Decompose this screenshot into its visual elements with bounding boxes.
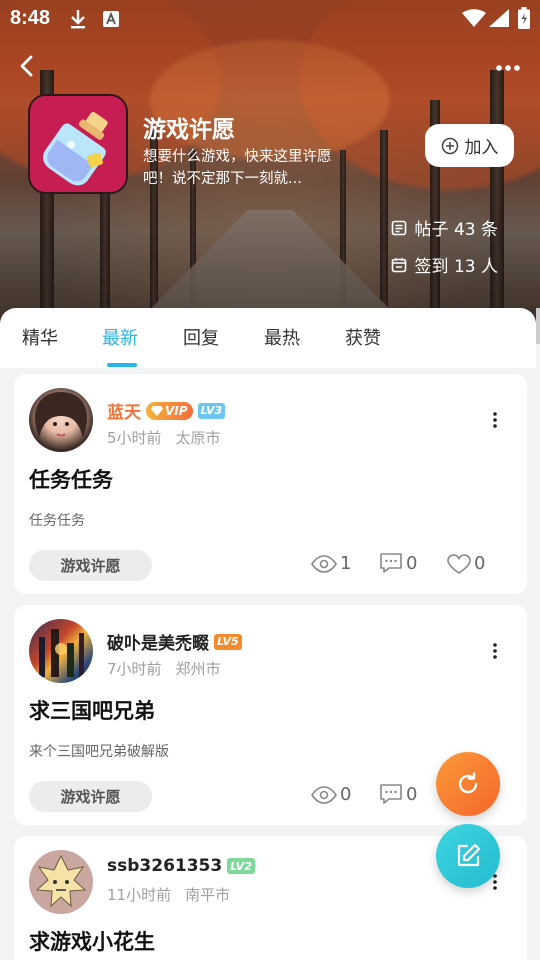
level-badge: LV3 [197, 402, 226, 419]
author-name[interactable]: 破卟是美禿畷 [107, 629, 209, 654]
more-icon [496, 65, 520, 71]
comment-count-value: 0 [406, 783, 418, 805]
post-body: 任务任务 [29, 513, 85, 529]
group-avatar [28, 94, 128, 194]
a-icon [102, 10, 120, 33]
post-body: 来个三国吧兄弟破解版 [29, 744, 169, 760]
post-filter-tabs: 精华 最新 回复 最热 获赞 [0, 308, 536, 368]
plus-circle-icon [441, 137, 458, 154]
diamond-icon [151, 405, 163, 416]
view-count-value: 1 [340, 553, 352, 574]
group-title: 游戏许愿 [143, 117, 235, 143]
heart-icon [447, 553, 471, 574]
battery-icon [518, 7, 530, 34]
level-badge: LV5 [214, 633, 242, 650]
eye-icon [311, 785, 337, 804]
post-more-button[interactable] [493, 643, 497, 663]
post-meta: 5小时前 太原市 [107, 427, 221, 448]
post-time: 5小时前 [107, 429, 162, 447]
avatar[interactable] [29, 850, 93, 914]
signal-icon [489, 9, 509, 32]
comment-icon [380, 784, 402, 804]
avatar[interactable] [29, 619, 93, 683]
more-vertical-icon [493, 412, 497, 428]
post-city: 郑州市 [175, 660, 221, 678]
more-options-button[interactable] [494, 58, 522, 72]
comment-count-value: 0 [406, 552, 418, 574]
view-count: 0 [311, 784, 351, 805]
post-author: 破卟是美禿畷 LV5 [107, 629, 242, 654]
tab-replies[interactable]: 回复 [183, 324, 219, 350]
edit-icon [457, 843, 481, 867]
eye-icon [311, 554, 337, 573]
post-author: 蓝天 VIP LV3 [107, 398, 226, 423]
post-author: ssb3261353 LV2 [107, 856, 255, 876]
post-tag[interactable]: 游戏许愿 [29, 550, 152, 581]
back-icon [20, 55, 33, 77]
view-count: 1 [311, 553, 351, 574]
more-vertical-icon [493, 874, 497, 890]
post-tag[interactable]: 游戏许愿 [29, 781, 152, 812]
level-badge: LV2 [227, 858, 255, 874]
wish-bottle-icon [30, 96, 126, 192]
post-card[interactable]: 蓝天 VIP LV3 5小时前 太原市 任务任务 任务任务 游戏许愿 1 0 0 [14, 374, 527, 594]
back-button[interactable] [14, 52, 42, 80]
post-time: 7小时前 [107, 660, 162, 678]
more-vertical-icon [493, 643, 497, 659]
post-more-button[interactable] [493, 412, 497, 432]
refresh-button[interactable] [436, 752, 500, 816]
join-label: 加入 [464, 138, 499, 158]
author-name[interactable]: 蓝天 [107, 398, 141, 423]
comment-count[interactable]: 0 [379, 783, 417, 805]
tab-most-liked[interactable]: 获赞 [345, 324, 381, 350]
scrollbar[interactable] [536, 308, 540, 344]
like-count[interactable]: 0 [447, 553, 485, 574]
vip-badge-label: VIP [165, 403, 188, 418]
group-description: 想要什么游戏，快来这里许愿吧！说不定那下一刻就... [143, 149, 332, 187]
post-city: 太原市 [175, 429, 221, 447]
post-icon [391, 220, 406, 235]
comment-count[interactable]: 0 [379, 552, 417, 574]
tab-hottest[interactable]: 最热 [264, 324, 300, 350]
download-icon [68, 8, 88, 35]
like-count-value: 0 [474, 553, 486, 574]
avatar[interactable] [29, 388, 93, 452]
active-tab-indicator [107, 363, 137, 367]
status-bar: 8:48 [0, 0, 540, 36]
comment-icon [380, 553, 402, 573]
create-post-button[interactable] [436, 824, 500, 888]
posts-count-stat: 帖子 43 条 [391, 215, 498, 240]
post-more-button[interactable] [493, 874, 497, 894]
vip-badge: VIP [146, 401, 193, 420]
checkin-icon [391, 257, 406, 272]
checkin-count-text: 签到 13 人 [414, 257, 498, 277]
join-button[interactable]: 加入 [425, 124, 514, 167]
post-title[interactable]: 求三国吧兄弟 [29, 695, 155, 725]
post-title[interactable]: 任务任务 [29, 464, 113, 494]
tab-latest[interactable]: 最新 [102, 324, 138, 350]
post-meta: 7小时前 郑州市 [107, 658, 221, 679]
tab-featured[interactable]: 精华 [22, 324, 58, 350]
wifi-icon [462, 9, 486, 32]
post-time: 11小时前 [107, 886, 172, 904]
post-city: 南平市 [185, 886, 231, 904]
post-title[interactable]: 求游戏小花生 [29, 926, 155, 956]
posts-count-text: 帖子 43 条 [414, 220, 498, 240]
post-meta: 11小时前 南平市 [107, 884, 230, 905]
refresh-icon [458, 772, 478, 794]
checkin-count-stat: 签到 13 人 [391, 252, 498, 277]
status-time: 8:48 [10, 7, 51, 29]
author-name[interactable]: ssb3261353 [107, 856, 222, 876]
view-count-value: 0 [340, 784, 352, 805]
